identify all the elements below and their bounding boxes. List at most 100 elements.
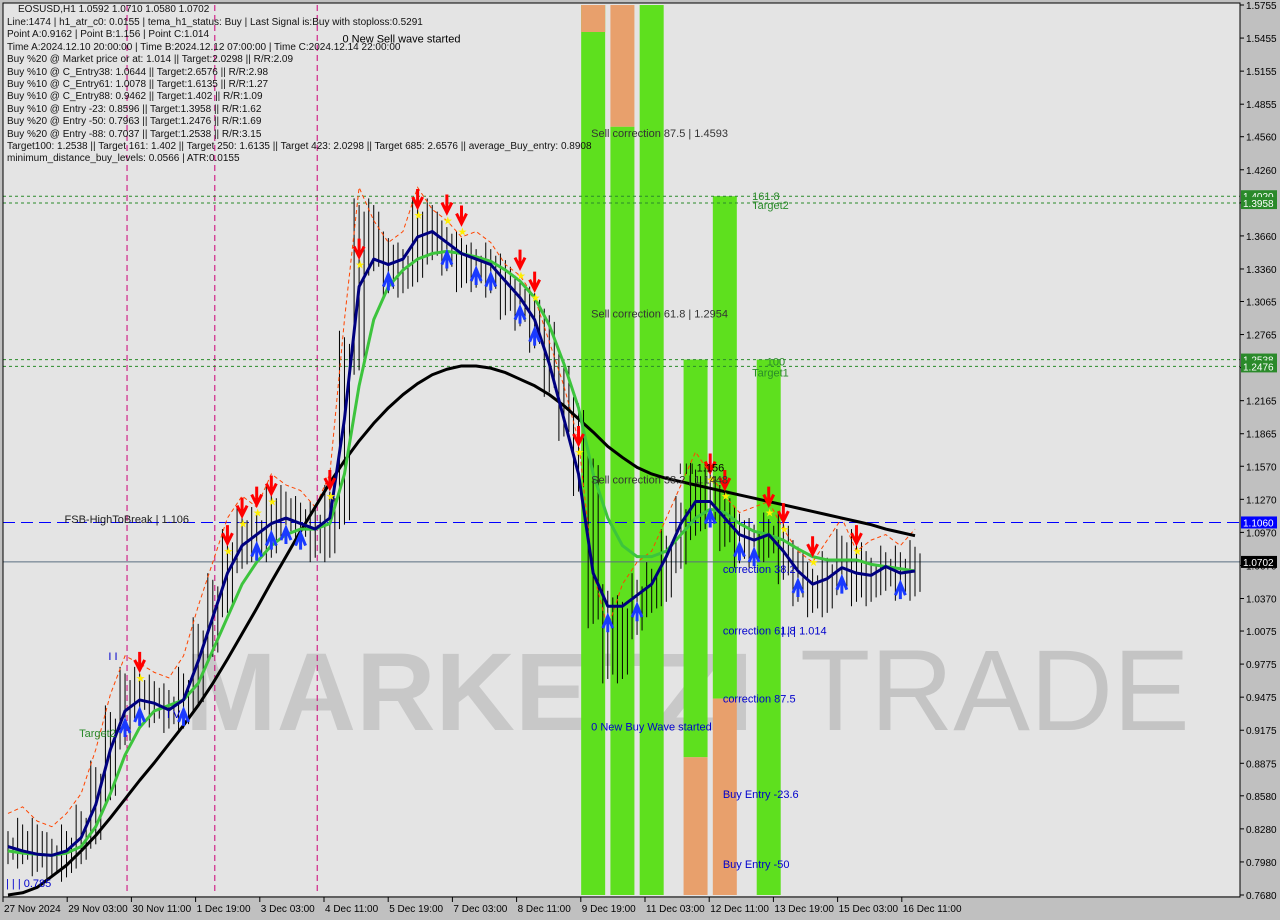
star-icon: ★	[575, 446, 585, 459]
y-tick-label: 0.8580	[1246, 792, 1277, 803]
x-tick-label: 30 Nov 11:00	[132, 904, 191, 915]
info-line: Target100: 1.2538 || Target 161: 1.402 |…	[7, 141, 592, 152]
x-tick-label: 15 Dec 03:00	[839, 904, 899, 915]
y-tick-label: 1.1865	[1246, 430, 1277, 441]
y-tick-label: 0.9175	[1246, 726, 1277, 737]
star-icon: ★	[809, 556, 819, 569]
star-icon: ★	[765, 507, 775, 520]
star-icon: ★	[779, 523, 789, 536]
y-tick-label: 1.4560	[1246, 133, 1277, 144]
x-tick-label: 7 Dec 03:00	[453, 904, 507, 915]
info-line: Buy %20 @ Entry -50: 0.7963 || Target:1.…	[7, 116, 262, 128]
star-icon: ★	[136, 672, 146, 685]
watermark-right: TRADE	[800, 627, 1190, 755]
vertical-bar	[712, 196, 737, 699]
star-icon: ★	[326, 490, 336, 503]
y-tick-label: 1.5155	[1246, 67, 1277, 78]
y-tick-label: 1.0370	[1246, 595, 1277, 606]
y-tick-label: 1.3360	[1246, 265, 1277, 276]
y-tick-label: 1.0970	[1246, 528, 1277, 539]
y-tick-label: 1.4260	[1246, 166, 1277, 177]
watermark-left: MARKETZI	[185, 631, 753, 754]
info-line: Buy %20 @ Entry -88: 0.7037 || Target:1.…	[7, 128, 262, 140]
x-tick-label: 27 Nov 2024	[4, 904, 61, 915]
star-icon: ★	[355, 259, 365, 272]
star-icon: ★	[443, 215, 453, 228]
star-icon: ★	[458, 226, 468, 239]
y-tick-label: 0.8875	[1246, 759, 1277, 770]
x-tick-label: 5 Dec 19:00	[389, 904, 443, 915]
annotation: Buy Entry -23.6	[723, 789, 799, 801]
annotation: Sell correction 87.5 | 1.4593	[591, 128, 728, 140]
time-axis	[0, 897, 1280, 920]
y-tick-label: 1.2765	[1246, 331, 1277, 342]
annotation: Buy Entry -50	[723, 859, 790, 871]
info-line: Line:1474 | h1_atr_c0: 0.0155 | tema_h1_…	[7, 17, 423, 28]
y-tick-label: 0.7680	[1246, 891, 1277, 902]
x-tick-label: 9 Dec 19:00	[582, 904, 636, 915]
star-icon: ★	[852, 545, 862, 558]
star-icon: ★	[253, 507, 263, 520]
symbol-line: EOSUSD,H1 1.0592 1.0710 1.0580 1.0702	[18, 4, 210, 15]
y-tick-label: 1.1270	[1246, 495, 1277, 506]
star-icon: ★	[267, 496, 277, 509]
price-tag-label: 1.0702	[1243, 558, 1274, 569]
annotation: 0 New Buy Wave started	[591, 721, 712, 733]
annotation: | | | 1.156	[679, 462, 724, 474]
star-icon: ★	[238, 518, 248, 531]
y-tick-label: 1.3065	[1246, 297, 1277, 308]
x-tick-label: 4 Dec 11:00	[325, 904, 379, 915]
x-tick-label: 29 Nov 03:00	[68, 904, 128, 915]
vertical-bar	[610, 5, 635, 127]
y-tick-label: 1.3660	[1246, 232, 1277, 243]
vertical-bar-lower	[683, 757, 708, 895]
star-icon: ★	[223, 545, 233, 558]
star-icon: ★	[531, 292, 541, 305]
price-tag-label: 1.1060	[1243, 518, 1274, 529]
annotation: Target2	[752, 200, 789, 212]
annotation: Sell correction 61.8 | 1.2954	[591, 309, 728, 321]
y-tick-label: 0.8280	[1246, 825, 1277, 836]
vertical-bar-cap	[581, 5, 606, 33]
y-tick-label: 1.0075	[1246, 627, 1277, 638]
info-line: Point A:0.9162 | Point B:1.156 | Point C…	[7, 29, 210, 41]
annotation: | | | 0.785	[6, 878, 51, 890]
x-tick-label: 13 Dec 19:00	[774, 904, 834, 915]
y-tick-label: 0.7980	[1246, 858, 1277, 869]
price-tag-label: 1.3958	[1243, 199, 1274, 210]
annotation: Target2	[79, 728, 116, 740]
info-line: minimum_distance_buy_levels: 0.0566 | AT…	[7, 153, 240, 165]
y-tick-label: 1.5455	[1246, 34, 1277, 45]
info-line: Time A:2024.12.10 20:00:00 | Time B:2024…	[7, 41, 401, 53]
y-tick-label: 0.9475	[1246, 693, 1277, 704]
vertical-bar-lower	[610, 126, 635, 895]
annotation: | | | 1.014	[781, 626, 826, 638]
vertical-bar	[683, 359, 708, 758]
star-icon: ★	[516, 270, 526, 283]
y-tick-label: 1.2165	[1246, 397, 1277, 408]
annotation: Sell correction 38.2 | 1.1448	[591, 475, 728, 487]
annotation: Target1	[752, 368, 789, 380]
annotation: correction 38.2	[723, 564, 796, 576]
x-tick-label: 11 Dec 03:00	[646, 904, 705, 915]
star-icon: ★	[721, 490, 731, 503]
info-line: Buy %10 @ C_Entry38: 1.0644 || Target:2.…	[7, 66, 269, 78]
price-tag-label: 1.2476	[1243, 362, 1274, 373]
x-tick-label: 1 Dec 19:00	[197, 904, 251, 915]
y-tick-label: 1.5755	[1246, 1, 1277, 12]
x-tick-label: 3 Dec 03:00	[261, 904, 315, 915]
info-line: Buy %10 @ C_Entry61: 1.0078 || Target:1.…	[7, 79, 269, 90]
annotation: FSB-HighToBreak | 1.106	[65, 514, 190, 526]
info-line: Buy %10 @ C_Entry88: 0.9462 || Target:1.…	[7, 91, 263, 103]
info-line: Buy %20 @ Market price or at: 1.014 || T…	[7, 54, 294, 66]
y-tick-label: 1.1570	[1246, 462, 1277, 473]
y-tick-label: 0.9775	[1246, 660, 1277, 671]
x-tick-label: 8 Dec 11:00	[518, 904, 572, 915]
x-tick-label: 16 Dec 11:00	[903, 904, 962, 915]
info-line: Buy %10 @ Entry -23: 0.8596 || Target:1.…	[7, 103, 262, 115]
annotation: I V	[167, 709, 181, 721]
star-icon: ★	[414, 209, 424, 222]
y-tick-label: 1.4855	[1246, 100, 1277, 111]
annotation: correction 87.5	[723, 694, 796, 706]
annotation: I I	[108, 651, 117, 663]
